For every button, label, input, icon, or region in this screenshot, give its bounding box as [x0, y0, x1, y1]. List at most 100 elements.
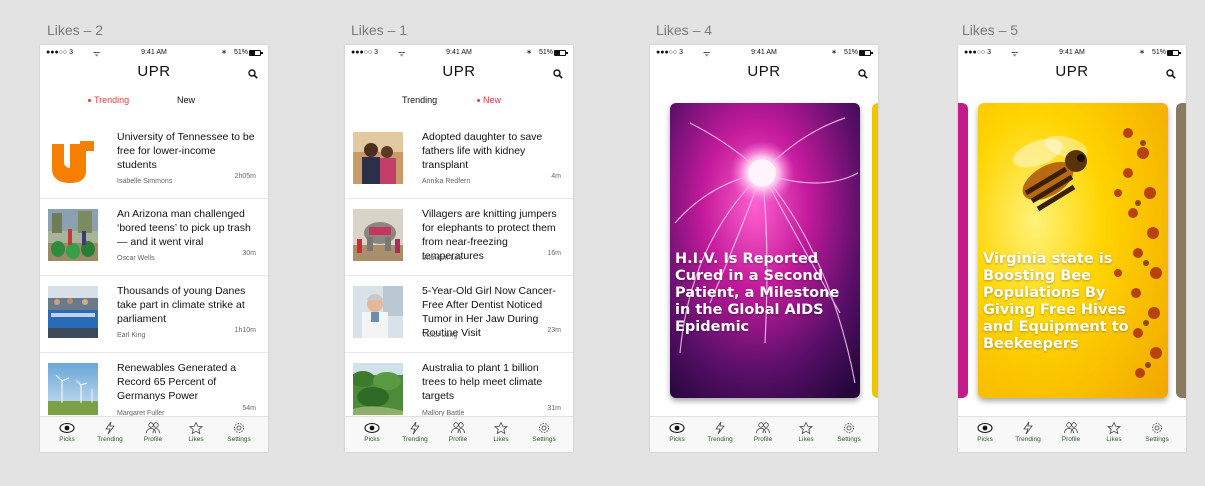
- thumbnail-wind-turbines: [48, 363, 98, 415]
- news-feed: University of Tennessee to be free for l…: [40, 122, 268, 430]
- tabbar-label: Settings: [837, 436, 861, 443]
- card-headline: H.I.V. Is Reported Cured in a Second Pat…: [675, 251, 840, 335]
- tabbar-item-trending[interactable]: Trending: [90, 422, 130, 443]
- gear-icon: [844, 423, 854, 433]
- battery-percent: 51%: [233, 49, 248, 56]
- artboard-label: Likes – 1: [351, 22, 408, 38]
- bottom-tab-bar: Picks Trending Profile Likes Settings: [40, 416, 268, 452]
- people-icon: [1064, 422, 1078, 434]
- phone-screen-likes-2: ●●●○○ 3 ᯤ 9:41 AM ∗ 51% UPR Trending New…: [40, 45, 268, 452]
- phone-screen-likes-1: ●●●○○ 3 ᯤ 9:41 AM ∗ 51% UPR Trending New…: [345, 45, 573, 452]
- app-title: UPR: [137, 63, 171, 80]
- eye-icon: [977, 422, 993, 434]
- tabbar-item-picks[interactable]: Picks: [47, 422, 87, 443]
- tabbar-item-settings[interactable]: Settings: [829, 422, 869, 443]
- status-bar: ●●●○○ 3 ᯤ 9:41 AM ∗ 51%: [650, 48, 878, 60]
- bottom-tab-bar: Picks Trending Profile Likes Settings: [650, 416, 878, 452]
- tabbar-item-settings[interactable]: Settings: [219, 422, 259, 443]
- search-icon[interactable]: [248, 69, 258, 79]
- tabbar-item-picks[interactable]: Picks: [657, 422, 697, 443]
- gear-icon: [234, 423, 244, 433]
- people-icon: [756, 422, 770, 434]
- story-card[interactable]: Virginia state is Boosting Bee Populatio…: [978, 103, 1168, 398]
- list-item[interactable]: Adopted daughter to save fathers life wi…: [345, 122, 573, 199]
- tabbar-item-likes[interactable]: Likes: [481, 422, 521, 443]
- thumbnail-climate-strike: [48, 286, 98, 338]
- tabbar-item-picks[interactable]: Picks: [965, 422, 1005, 443]
- article-time: 23m: [547, 327, 561, 334]
- article-title: Renewables Generated a Record 65 Percent…: [117, 362, 237, 402]
- bluetooth-icon: ∗: [526, 49, 532, 56]
- app-title: UPR: [747, 63, 781, 80]
- tabbar-item-trending[interactable]: Trending: [700, 422, 740, 443]
- lightning-icon: [1023, 422, 1033, 434]
- tabbar-item-profile[interactable]: Profile: [133, 422, 173, 443]
- thumbnail-ut-logo: [48, 132, 98, 184]
- article-time: 31m: [547, 405, 561, 412]
- thumbnail-elephant: [353, 209, 403, 261]
- star-icon: [494, 422, 508, 434]
- article-author: Isabelle Simmons: [117, 178, 173, 185]
- artboard-label: Likes – 5: [962, 22, 1019, 38]
- lightning-icon: [715, 422, 725, 434]
- star-icon: [1107, 422, 1121, 434]
- article-author: Brandon Lee: [422, 255, 463, 262]
- tabbar-item-likes[interactable]: Likes: [1094, 422, 1134, 443]
- tabbar-label: Profile: [143, 436, 163, 443]
- tabbar-item-trending[interactable]: Trending: [395, 422, 435, 443]
- gear-icon: [539, 423, 549, 433]
- article-time: 2h05m: [234, 173, 256, 180]
- next-card-peek[interactable]: [872, 103, 878, 398]
- tabbar-item-likes[interactable]: Likes: [176, 422, 216, 443]
- gear-icon: [1152, 423, 1162, 433]
- tab-trending[interactable]: Trending: [402, 95, 437, 105]
- app-title: UPR: [1055, 63, 1089, 80]
- article-title: Thousands of young Danes take part in cl…: [117, 285, 246, 325]
- article-title: Adopted daughter to save fathers life wi…: [422, 131, 543, 171]
- status-bar: ●●●○○ 3 ᯤ 9:41 AM ∗ 51%: [958, 48, 1186, 60]
- list-item[interactable]: 5-Year-Old Girl Now Cancer-Free After De…: [345, 276, 573, 353]
- list-item[interactable]: Villagers are knitting jumpers for eleph…: [345, 199, 573, 276]
- bluetooth-icon: ∗: [1139, 49, 1145, 56]
- article-title: An Arizona man challenged ‘bored teens’ …: [117, 208, 251, 248]
- tab-new[interactable]: New: [177, 95, 195, 105]
- tabbar-item-settings[interactable]: Settings: [524, 422, 564, 443]
- status-bar: ●●●○○ 3 ᯤ 9:41 AM ∗ 51%: [40, 48, 268, 60]
- article-author: Oscar Wells: [117, 255, 155, 262]
- search-icon[interactable]: [553, 69, 563, 79]
- thumbnail-trash-pickup: [48, 209, 98, 261]
- active-dot-icon: [88, 99, 91, 103]
- thumbnail-father-daughter: [353, 132, 403, 184]
- lightning-icon: [410, 422, 420, 434]
- tabbar-item-profile[interactable]: Profile: [438, 422, 478, 443]
- list-item[interactable]: Thousands of young Danes take part in cl…: [40, 276, 268, 353]
- tabbar-label: Picks: [977, 436, 993, 443]
- eye-icon: [59, 422, 75, 434]
- article-time: 16m: [547, 250, 561, 257]
- tab-trending[interactable]: Trending: [88, 95, 129, 105]
- tabbar-item-likes[interactable]: Likes: [786, 422, 826, 443]
- search-icon[interactable]: [1166, 69, 1176, 79]
- artboard-label: Likes – 4: [656, 22, 713, 38]
- tabbar-item-settings[interactable]: Settings: [1137, 422, 1177, 443]
- tabbar-label: Likes: [1106, 436, 1122, 443]
- previous-card-peek[interactable]: [958, 103, 968, 398]
- tab-new[interactable]: New: [477, 95, 501, 105]
- tabbar-label: Picks: [364, 436, 380, 443]
- next-card-peek[interactable]: [1176, 103, 1186, 398]
- tabbar-label: Profile: [448, 436, 468, 443]
- story-card[interactable]: H.I.V. Is Reported Cured in a Second Pat…: [670, 103, 860, 398]
- eye-icon: [364, 422, 380, 434]
- list-item[interactable]: University of Tennessee to be free for l…: [40, 122, 268, 199]
- battery-percent: 51%: [1151, 49, 1166, 56]
- search-icon[interactable]: [858, 69, 868, 79]
- article-time: 30m: [242, 250, 256, 257]
- tabbar-label: Trending: [1015, 436, 1041, 443]
- tabbar-item-picks[interactable]: Picks: [352, 422, 392, 443]
- tabbar-item-trending[interactable]: Trending: [1008, 422, 1048, 443]
- tabbar-item-profile[interactable]: Profile: [743, 422, 783, 443]
- tabbar-item-profile[interactable]: Profile: [1051, 422, 1091, 443]
- list-item[interactable]: An Arizona man challenged ‘bored teens’ …: [40, 199, 268, 276]
- battery-icon: [859, 50, 873, 56]
- tabbar-label: Picks: [59, 436, 75, 443]
